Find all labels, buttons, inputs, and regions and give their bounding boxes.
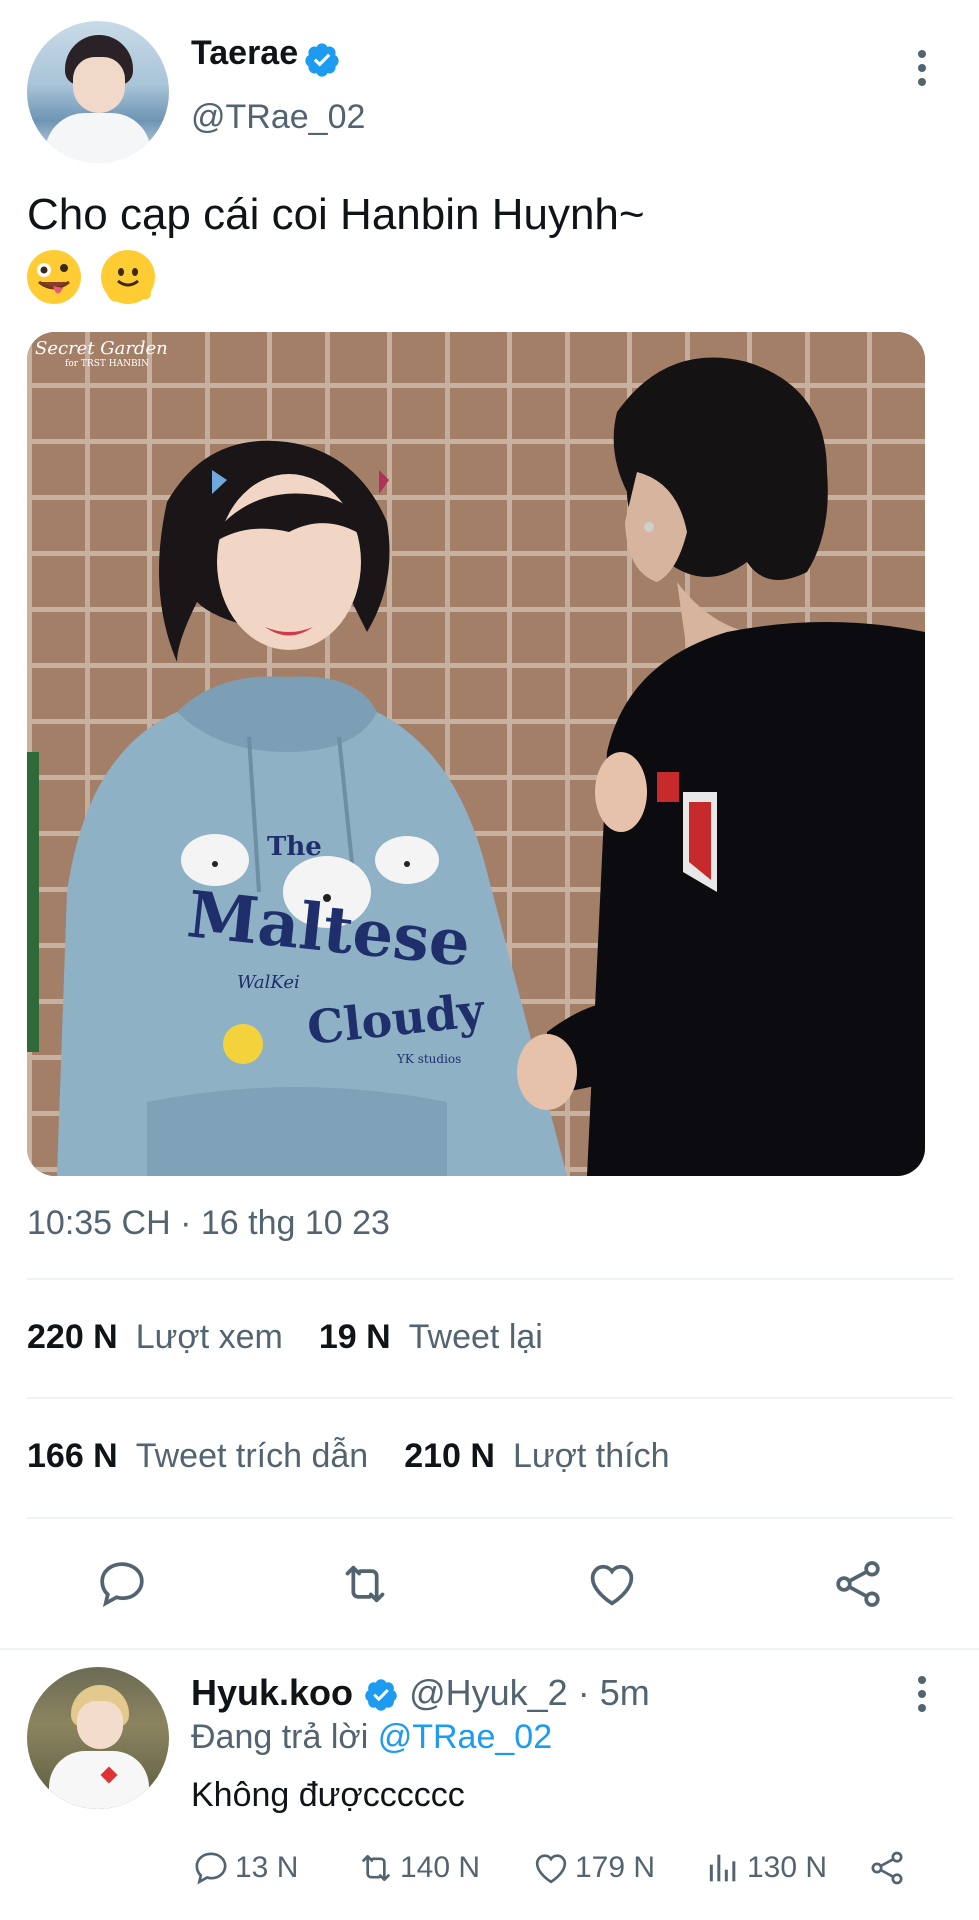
- reply-author-name[interactable]: Hyuk.koo: [191, 1672, 353, 1713]
- photo-watermark: Secret Garden for TRST HANBIN: [35, 338, 168, 369]
- reply-text: Không đượcccccc: [191, 1776, 465, 1814]
- likes-count[interactable]: 210 N: [404, 1437, 495, 1475]
- reply-likes-count: 179 N: [575, 1851, 656, 1884]
- watermark-subtitle: for TRST HANBIN: [65, 359, 149, 369]
- quotes-count[interactable]: 166 N: [27, 1437, 118, 1475]
- reply-views-count: 130 N: [747, 1851, 828, 1884]
- author-name[interactable]: Taerae: [191, 34, 298, 72]
- replying-prefix: Đang trả lời: [191, 1718, 369, 1756]
- reply-time: · 5m: [577, 1672, 650, 1713]
- views-icon: [709, 1854, 736, 1882]
- reply-icon: [195, 1852, 227, 1885]
- hoodie-text-walkei: WalKei: [237, 972, 300, 993]
- verified-badge-icon: [304, 43, 339, 77]
- retweet-icon[interactable]: [337, 1556, 393, 1612]
- like-icon: [535, 1854, 567, 1884]
- reply-replies-count: 13 N: [235, 1851, 299, 1884]
- replying-to-line: Đang trả lời @TRae_02: [191, 1718, 552, 1757]
- author-name-row[interactable]: Taerae: [191, 34, 341, 79]
- like-icon[interactable]: [584, 1556, 640, 1612]
- tweet-photo[interactable]: The Maltese WalKei Cloudy YK studios Sec…: [27, 332, 925, 1176]
- reply-header: Hyuk.koo @Hyuk_2 · 5m: [191, 1672, 650, 1714]
- likes-label[interactable]: Lượt thích: [513, 1437, 670, 1475]
- reply-retweets-count: 140 N: [400, 1851, 481, 1884]
- reply-share-button[interactable]: [867, 1848, 907, 1888]
- tweet-text-block: Cho cạp cái coi Hanbin Huynh~: [27, 188, 645, 304]
- retweets-label[interactable]: Tweet lại: [409, 1318, 543, 1356]
- retweets-count[interactable]: 19 N: [319, 1318, 391, 1356]
- divider: [27, 1278, 953, 1280]
- reply-retweet-button[interactable]: 140 N: [356, 1848, 480, 1888]
- divider: [27, 1517, 953, 1519]
- author-avatar[interactable]: [27, 21, 169, 163]
- views-label[interactable]: Lượt xem: [136, 1318, 283, 1356]
- melting-face-icon: [101, 250, 156, 304]
- retweet-icon: [362, 1855, 390, 1881]
- hoodie-text-studio: YK studios: [397, 1052, 462, 1066]
- more-options-icon[interactable]: [916, 50, 928, 90]
- verified-badge-icon: [365, 1679, 397, 1712]
- hoodie-text-the: The: [267, 832, 322, 862]
- divider: [27, 1397, 953, 1399]
- views-count[interactable]: 220 N: [27, 1318, 118, 1356]
- tweet-timestamp[interactable]: 10:35 CH · 16 thg 10 23: [27, 1204, 390, 1243]
- reply-author-handle[interactable]: @Hyuk_2: [409, 1672, 568, 1713]
- reply-icon[interactable]: [94, 1556, 150, 1612]
- share-icon: [871, 1851, 903, 1885]
- author-handle[interactable]: @TRae_02: [191, 98, 365, 137]
- replying-to-link[interactable]: @TRae_02: [378, 1718, 552, 1756]
- reply-like-button[interactable]: 179 N: [531, 1848, 655, 1888]
- stats-row-1: 220 N Lượt xem 19 N Tweet lại: [27, 1318, 543, 1357]
- reply-author-avatar[interactable]: [27, 1667, 169, 1809]
- stats-row-2: 166 N Tweet trích dẫn 210 N Lượt thích: [27, 1437, 670, 1476]
- quotes-label[interactable]: Tweet trích dẫn: [136, 1437, 368, 1475]
- reply-views-button[interactable]: 130 N: [703, 1848, 827, 1888]
- zany-face-icon: [27, 250, 81, 304]
- share-icon[interactable]: [830, 1556, 886, 1612]
- watermark-title: Secret Garden: [35, 338, 168, 359]
- thread-separator: [0, 1648, 979, 1650]
- tweet-text: Cho cạp cái coi Hanbin Huynh~: [27, 190, 645, 239]
- reply-more-options-icon[interactable]: [916, 1676, 928, 1716]
- reply-reply-button[interactable]: 13 N: [191, 1848, 298, 1888]
- photo-scene: [27, 357, 925, 1176]
